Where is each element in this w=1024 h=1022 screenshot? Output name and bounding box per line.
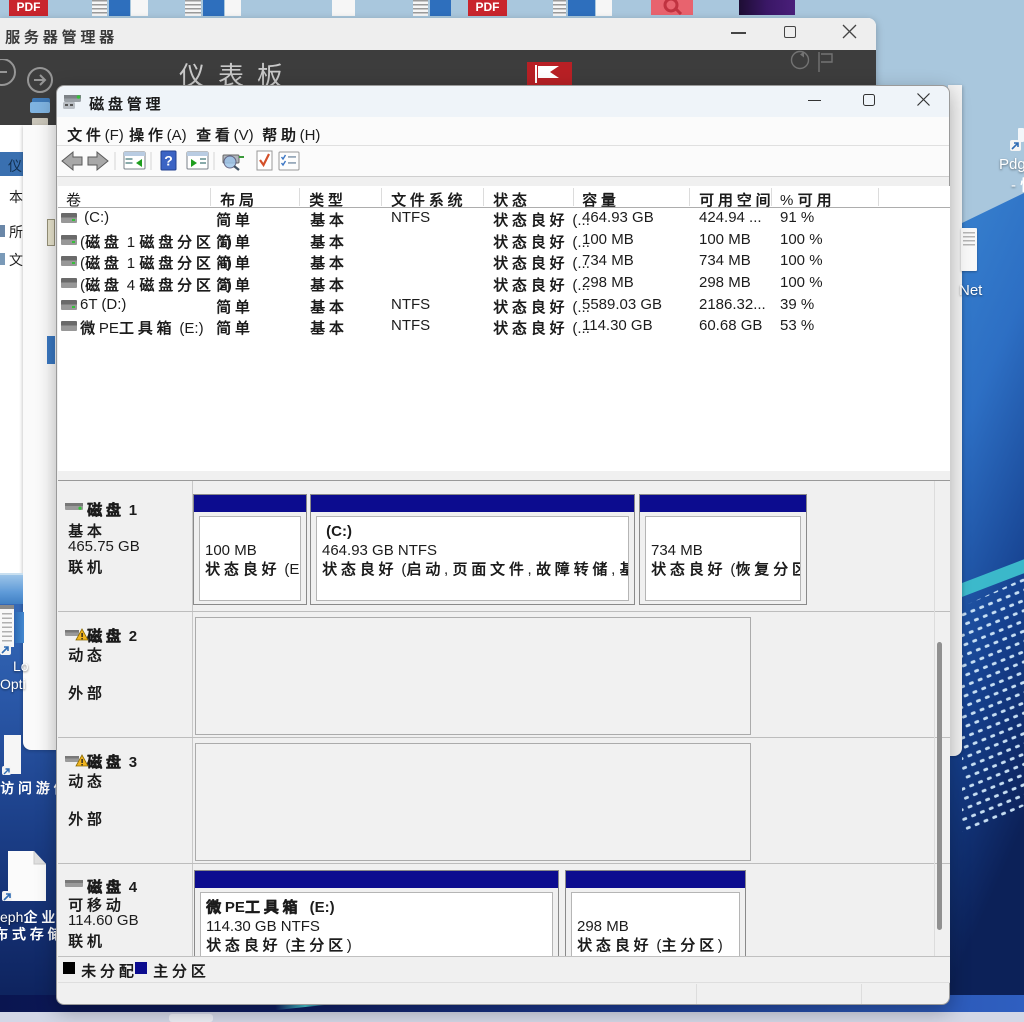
svg-text:?: ? — [164, 153, 173, 169]
